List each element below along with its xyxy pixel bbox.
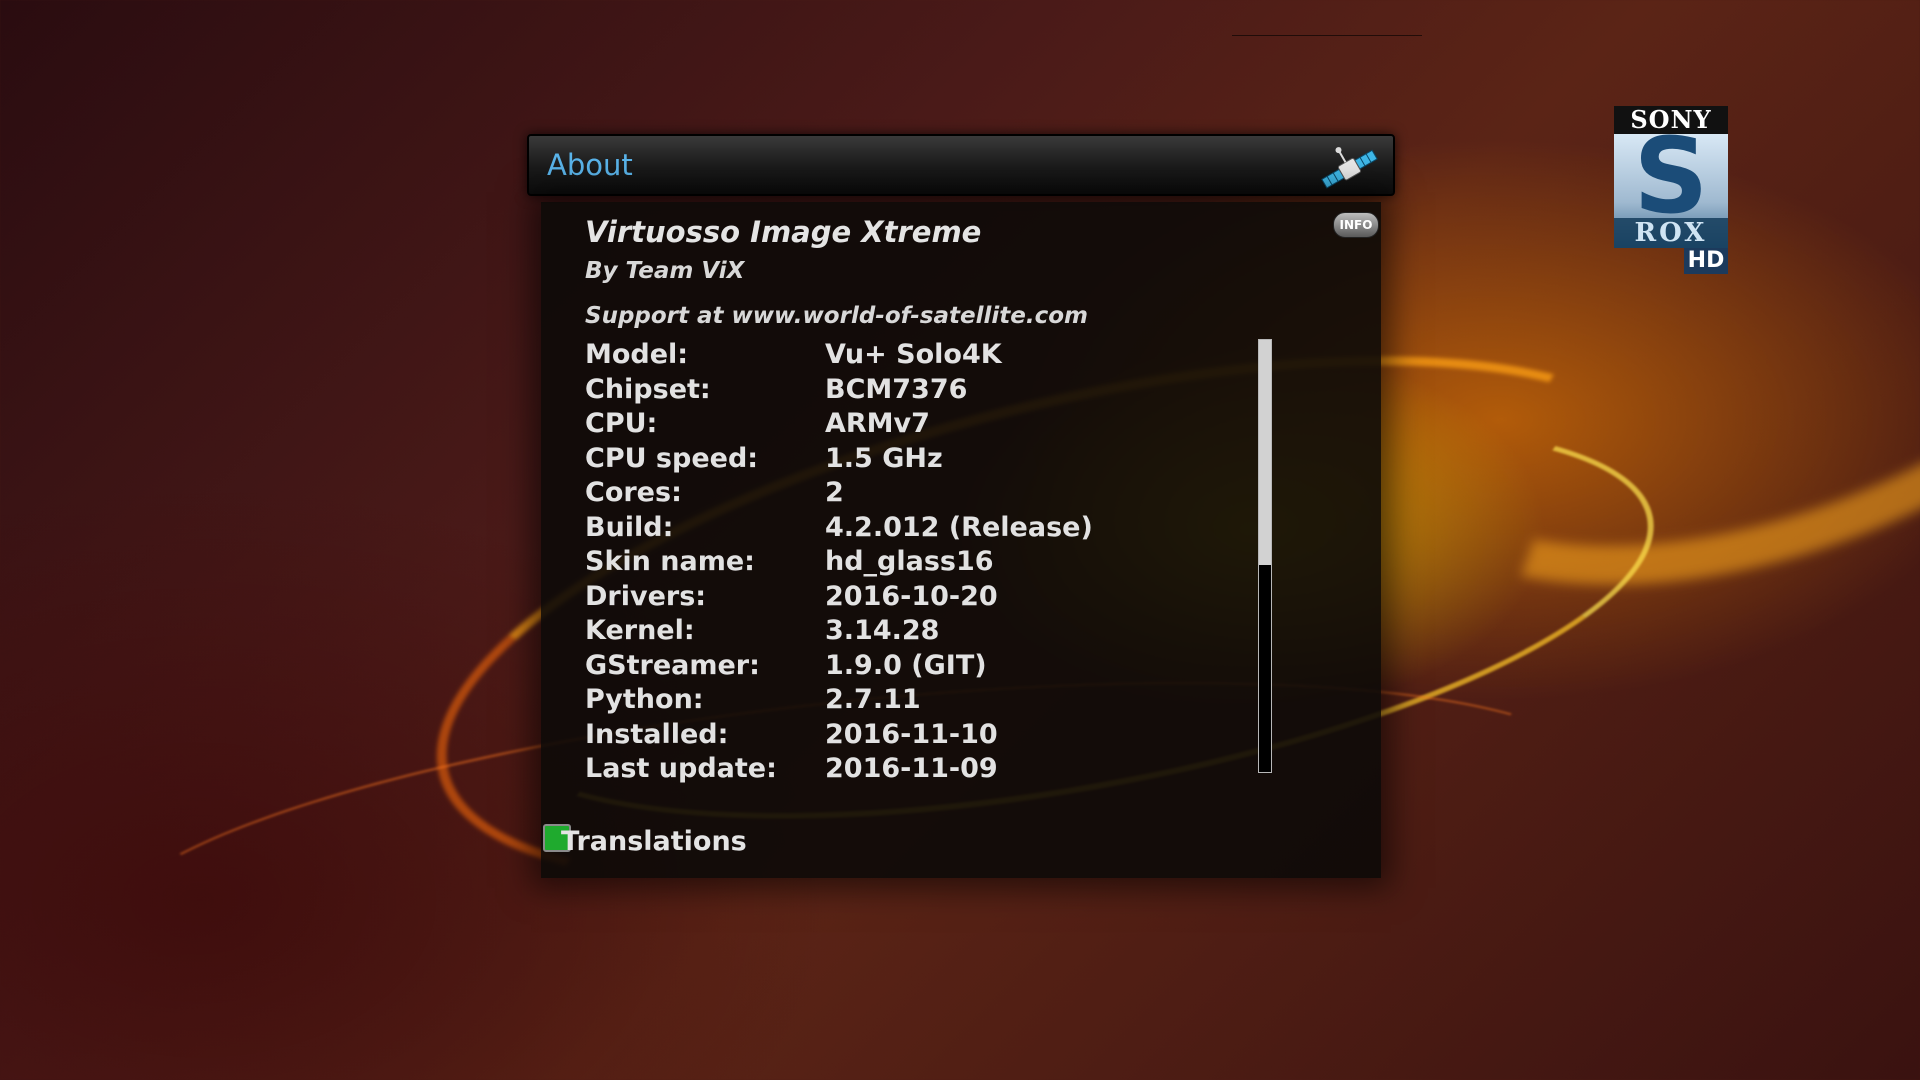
info-row-drivers: Drivers: 2016-10-20 xyxy=(585,580,1245,615)
info-label: Drivers: xyxy=(585,580,707,612)
info-value: 2016-10-20 xyxy=(825,580,998,612)
info-value: BCM7376 xyxy=(825,373,968,405)
info-value: 2016-11-09 xyxy=(825,753,998,784)
info-value: 1.5 GHz xyxy=(825,442,943,474)
title-bar: About xyxy=(527,134,1395,196)
info-panel: Virtuosso Image Xtreme INFO By Team ViX … xyxy=(541,202,1381,878)
info-row-model: Model: Vu+ Solo4K xyxy=(585,338,1245,373)
channel-logo-box: S ROX xyxy=(1614,134,1728,248)
info-label: Cores: xyxy=(585,477,682,508)
info-row-cores: Cores: 2 xyxy=(585,476,1245,511)
info-label: Chipset: xyxy=(585,373,711,405)
info-value: hd_glass16 xyxy=(825,546,994,577)
scrollbar[interactable] xyxy=(1258,339,1272,773)
support-url: Support at www.world-of-satellite.com xyxy=(585,303,1088,329)
channel-logo: SONY S ROX HD xyxy=(1614,106,1728,274)
info-row-kernel: Kernel: 3.14.28 xyxy=(585,614,1245,649)
about-window: About Virtuosso Image Xtreme INFO By Tea… xyxy=(527,134,1395,878)
scrollbar-thumb[interactable] xyxy=(1259,340,1271,565)
info-value: 2016-11-10 xyxy=(825,718,998,750)
info-label: CPU speed: xyxy=(585,442,759,474)
info-row-build: Build: 4.2.012 (Release) xyxy=(585,511,1245,546)
info-row-gstreamer: GStreamer: 1.9.0 (GIT) xyxy=(585,649,1245,684)
info-list[interactable]: Model: Vu+ Solo4K Chipset: BCM7376 CPU: ARM… xyxy=(585,338,1245,787)
info-value: Vu+ Solo4K xyxy=(825,339,1002,370)
info-value: 3.14.28 xyxy=(825,615,940,646)
info-value: ARMv7 xyxy=(825,408,930,439)
satellite-icon xyxy=(1321,147,1378,189)
team-credit: By Team ViX xyxy=(585,258,745,284)
info-icon: INFO xyxy=(1333,212,1379,238)
info-label: Model: xyxy=(585,339,689,370)
divider xyxy=(1232,35,1422,36)
info-value: 2 xyxy=(825,477,844,508)
info-label: CPU: xyxy=(585,408,658,439)
info-row-last-update: Last update: 2016-11-09 xyxy=(585,752,1245,787)
info-label: Last update: xyxy=(585,753,777,784)
channel-logo-sub: ROX xyxy=(1614,218,1728,248)
info-label: Installed: xyxy=(585,718,729,750)
translations-label: Translations xyxy=(561,826,747,857)
channel-logo-letter: S xyxy=(1633,134,1709,237)
info-row-cpu-speed: CPU speed: 1.5 GHz xyxy=(585,442,1245,477)
info-value: 4.2.012 (Release) xyxy=(825,511,1093,543)
info-row-installed: Installed: 2016-11-10 xyxy=(585,718,1245,753)
channel-logo-brand: SONY xyxy=(1614,106,1728,134)
info-value: 2.7.11 xyxy=(825,684,921,715)
channel-logo-tag: HD xyxy=(1684,248,1728,274)
info-row-cpu: CPU: ARMv7 xyxy=(585,407,1245,442)
info-row-skin-name: Skin name: hd_glass16 xyxy=(585,545,1245,580)
info-row-python: Python: 2.7.11 xyxy=(585,683,1245,718)
info-label: Skin name: xyxy=(585,546,755,577)
info-label: Build: xyxy=(585,511,674,543)
info-value: 1.9.0 (GIT) xyxy=(825,649,987,681)
info-row-chipset: Chipset: BCM7376 xyxy=(585,373,1245,408)
info-label: GStreamer: xyxy=(585,649,760,681)
window-title: About xyxy=(547,148,633,182)
info-label: Kernel: xyxy=(585,615,695,646)
info-label: Python: xyxy=(585,684,704,715)
image-name: Virtuosso Image Xtreme xyxy=(585,215,982,249)
